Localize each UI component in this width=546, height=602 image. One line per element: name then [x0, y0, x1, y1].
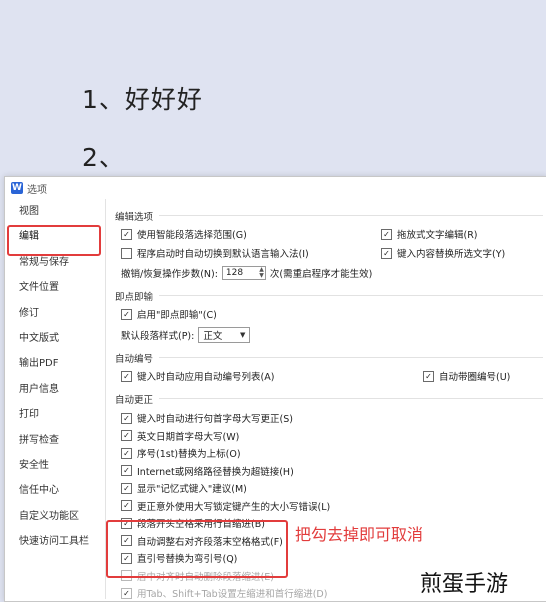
checkbox-box: ✓: [121, 228, 132, 240]
sidebar-item-user-info[interactable]: 用户信息: [5, 377, 105, 402]
checkbox-box: ✓: [121, 412, 132, 424]
auto-correct-checkbox[interactable]: ✓ 更正意外使用大写锁定键产生的大小写错误(L): [121, 499, 330, 513]
drag-text-checkbox[interactable]: ✓ 拖放式文字编辑(R): [381, 227, 478, 241]
auto-correct-checkbox[interactable]: ✓ 显示"记忆式键入"建议(M): [121, 481, 247, 495]
auto-list-checkbox[interactable]: ✓ 键入时自动应用自动编号列表(A): [121, 369, 274, 383]
undo-steps-label: 撤销/恢复操作步数(N):: [121, 269, 218, 280]
dialog-titlebar[interactable]: W 选项: [5, 177, 546, 199]
sidebar-highlight-annotation: [7, 225, 101, 256]
watermark-text: 煎蛋手游: [418, 566, 511, 598]
checkbox-label: 自动带圈编号(U): [439, 372, 511, 383]
checkbox-label: 使用智能段落选择范围(G): [137, 230, 247, 241]
checkbox-box: ✓: [121, 447, 132, 459]
undo-steps-input[interactable]: 128 ▲ ▼: [221, 266, 266, 280]
auto-correct-checkbox[interactable]: ✓ 键入时自动进行句首字母大写更正(S): [121, 411, 293, 425]
auto-switch-lang-checkbox[interactable]: 程序启动时自动切换到默认语言输入法(I): [121, 246, 309, 260]
sidebar-item-trust-center[interactable]: 信任中心: [5, 478, 105, 503]
document-line-1: 1、好好好: [82, 85, 203, 114]
section-title-auto-numbering: 自动编号: [115, 354, 154, 365]
checkbox-box: ✓: [121, 500, 132, 511]
checkbox-label: 显示"记忆式键入"建议(M): [137, 484, 247, 495]
options-dialog: W 选项 视图 编辑 常规与保存 文件位置 修订 中文版式 输出PDF 用户信息…: [4, 176, 546, 602]
checkbox-box: ✓: [121, 370, 132, 382]
sidebar-item-customize-ribbon[interactable]: 自定义功能区: [5, 504, 105, 529]
auto-correct-checkbox[interactable]: ✓ 序号(1st)替换为上标(O): [121, 446, 241, 460]
chevron-down-icon: ▼: [239, 331, 246, 339]
sidebar-item-chinese-layout[interactable]: 中文版式: [5, 326, 105, 351]
checkbox-label: 键入时自动进行句首字母大写更正(S): [137, 414, 293, 425]
section-title-edit-options: 编辑选项: [115, 212, 154, 223]
dialog-title: 选项: [27, 184, 47, 196]
checkbox-label: 更正意外使用大写锁定键产生的大小写错误(L): [137, 501, 331, 513]
auto-circled-number-checkbox[interactable]: ✓ 自动带圈编号(U): [423, 369, 510, 383]
click-and-type-checkbox[interactable]: ✓ 启用"即点即输"(C): [121, 307, 217, 321]
checkbox-box: ✓: [121, 587, 132, 599]
sidebar-item-export-pdf[interactable]: 输出PDF: [5, 351, 105, 376]
document-line-2: 2、: [82, 143, 125, 172]
section-title-auto-correct: 自动更正: [115, 395, 154, 406]
sidebar-item-spell-check[interactable]: 拼写检查: [5, 428, 105, 453]
undo-steps-value: 128: [225, 268, 244, 278]
sidebar-item-revisions[interactable]: 修订: [5, 301, 105, 326]
checkbox-label: 用Tab、Shift+Tab设置左缩进和首行缩进(D): [137, 589, 328, 600]
checkbox-box: ✓: [381, 228, 392, 240]
checkbox-box: [121, 247, 132, 259]
auto-correct-checkbox[interactable]: ✓ 英文日期首字母大写(W): [121, 429, 239, 443]
default-style-row: 默认段落样式(P): 正文 ▼: [121, 326, 251, 344]
checkbox-box: ✓: [121, 482, 132, 494]
section-divider: [159, 295, 543, 296]
default-style-value: 正文: [203, 331, 223, 342]
checkbox-label: Internet或网络路径替换为超链接(H): [137, 466, 294, 478]
checkbox-label: 键入时自动应用自动编号列表(A): [137, 372, 275, 383]
undo-steps-row: 撤销/恢复操作步数(N): 128 ▲ ▼ 次(需重启程序才能生效): [121, 266, 372, 280]
annotation-text: 把勾去掉即可取消: [295, 525, 424, 544]
checkbox-box: ✓: [381, 247, 392, 259]
sidebar-item-file-locations[interactable]: 文件位置: [5, 275, 105, 300]
checkbox-label: 启用"即点即输"(C): [137, 310, 217, 321]
checkbox-label: 程序启动时自动切换到默认语言输入法(I): [137, 249, 309, 260]
section-title-click-and-type: 即点即输: [115, 292, 154, 303]
checkbox-label: 序号(1st)替换为上标(O): [137, 449, 241, 460]
section-divider: [159, 398, 543, 399]
checkbox-box: ✓: [121, 308, 132, 320]
checkbox-box: ✓: [121, 430, 132, 441]
spinner-icon[interactable]: ▲ ▼: [259, 267, 265, 279]
sidebar-item-security[interactable]: 安全性: [5, 453, 105, 478]
options-sidebar: 视图 编辑 常规与保存 文件位置 修订 中文版式 输出PDF 用户信息 打印 拼…: [5, 199, 106, 599]
smart-paragraph-checkbox[interactable]: ✓ 使用智能段落选择范围(G): [121, 227, 247, 241]
sidebar-item-quick-access[interactable]: 快速访问工具栏: [5, 529, 105, 554]
checkbox-label: 键入内容替换所选文字(Y): [397, 249, 506, 260]
auto-numbering-highlight-annotation: [106, 520, 288, 578]
wps-logo-icon: W: [11, 182, 23, 194]
auto-correct-checkbox: ✓ 用Tab、Shift+Tab设置左缩进和首行缩进(D): [121, 586, 327, 600]
checkbox-box: ✓: [423, 370, 434, 382]
checkbox-label: 拖放式文字编辑(R): [397, 230, 478, 241]
section-divider: [159, 357, 543, 358]
sidebar-item-view[interactable]: 视图: [5, 199, 105, 224]
default-style-label: 默认段落样式(P):: [121, 331, 195, 342]
default-style-select[interactable]: 正文 ▼: [198, 327, 251, 343]
auto-correct-checkbox[interactable]: ✓ Internet或网络路径替换为超链接(H): [121, 464, 294, 478]
checkbox-label: 英文日期首字母大写(W): [137, 431, 240, 443]
section-divider: [159, 215, 543, 216]
sidebar-item-print[interactable]: 打印: [5, 402, 105, 427]
replace-selection-checkbox[interactable]: ✓ 键入内容替换所选文字(Y): [381, 246, 505, 260]
undo-steps-suffix: 次(需重启程序才能生效): [269, 269, 373, 280]
checkbox-box: ✓: [121, 465, 132, 476]
